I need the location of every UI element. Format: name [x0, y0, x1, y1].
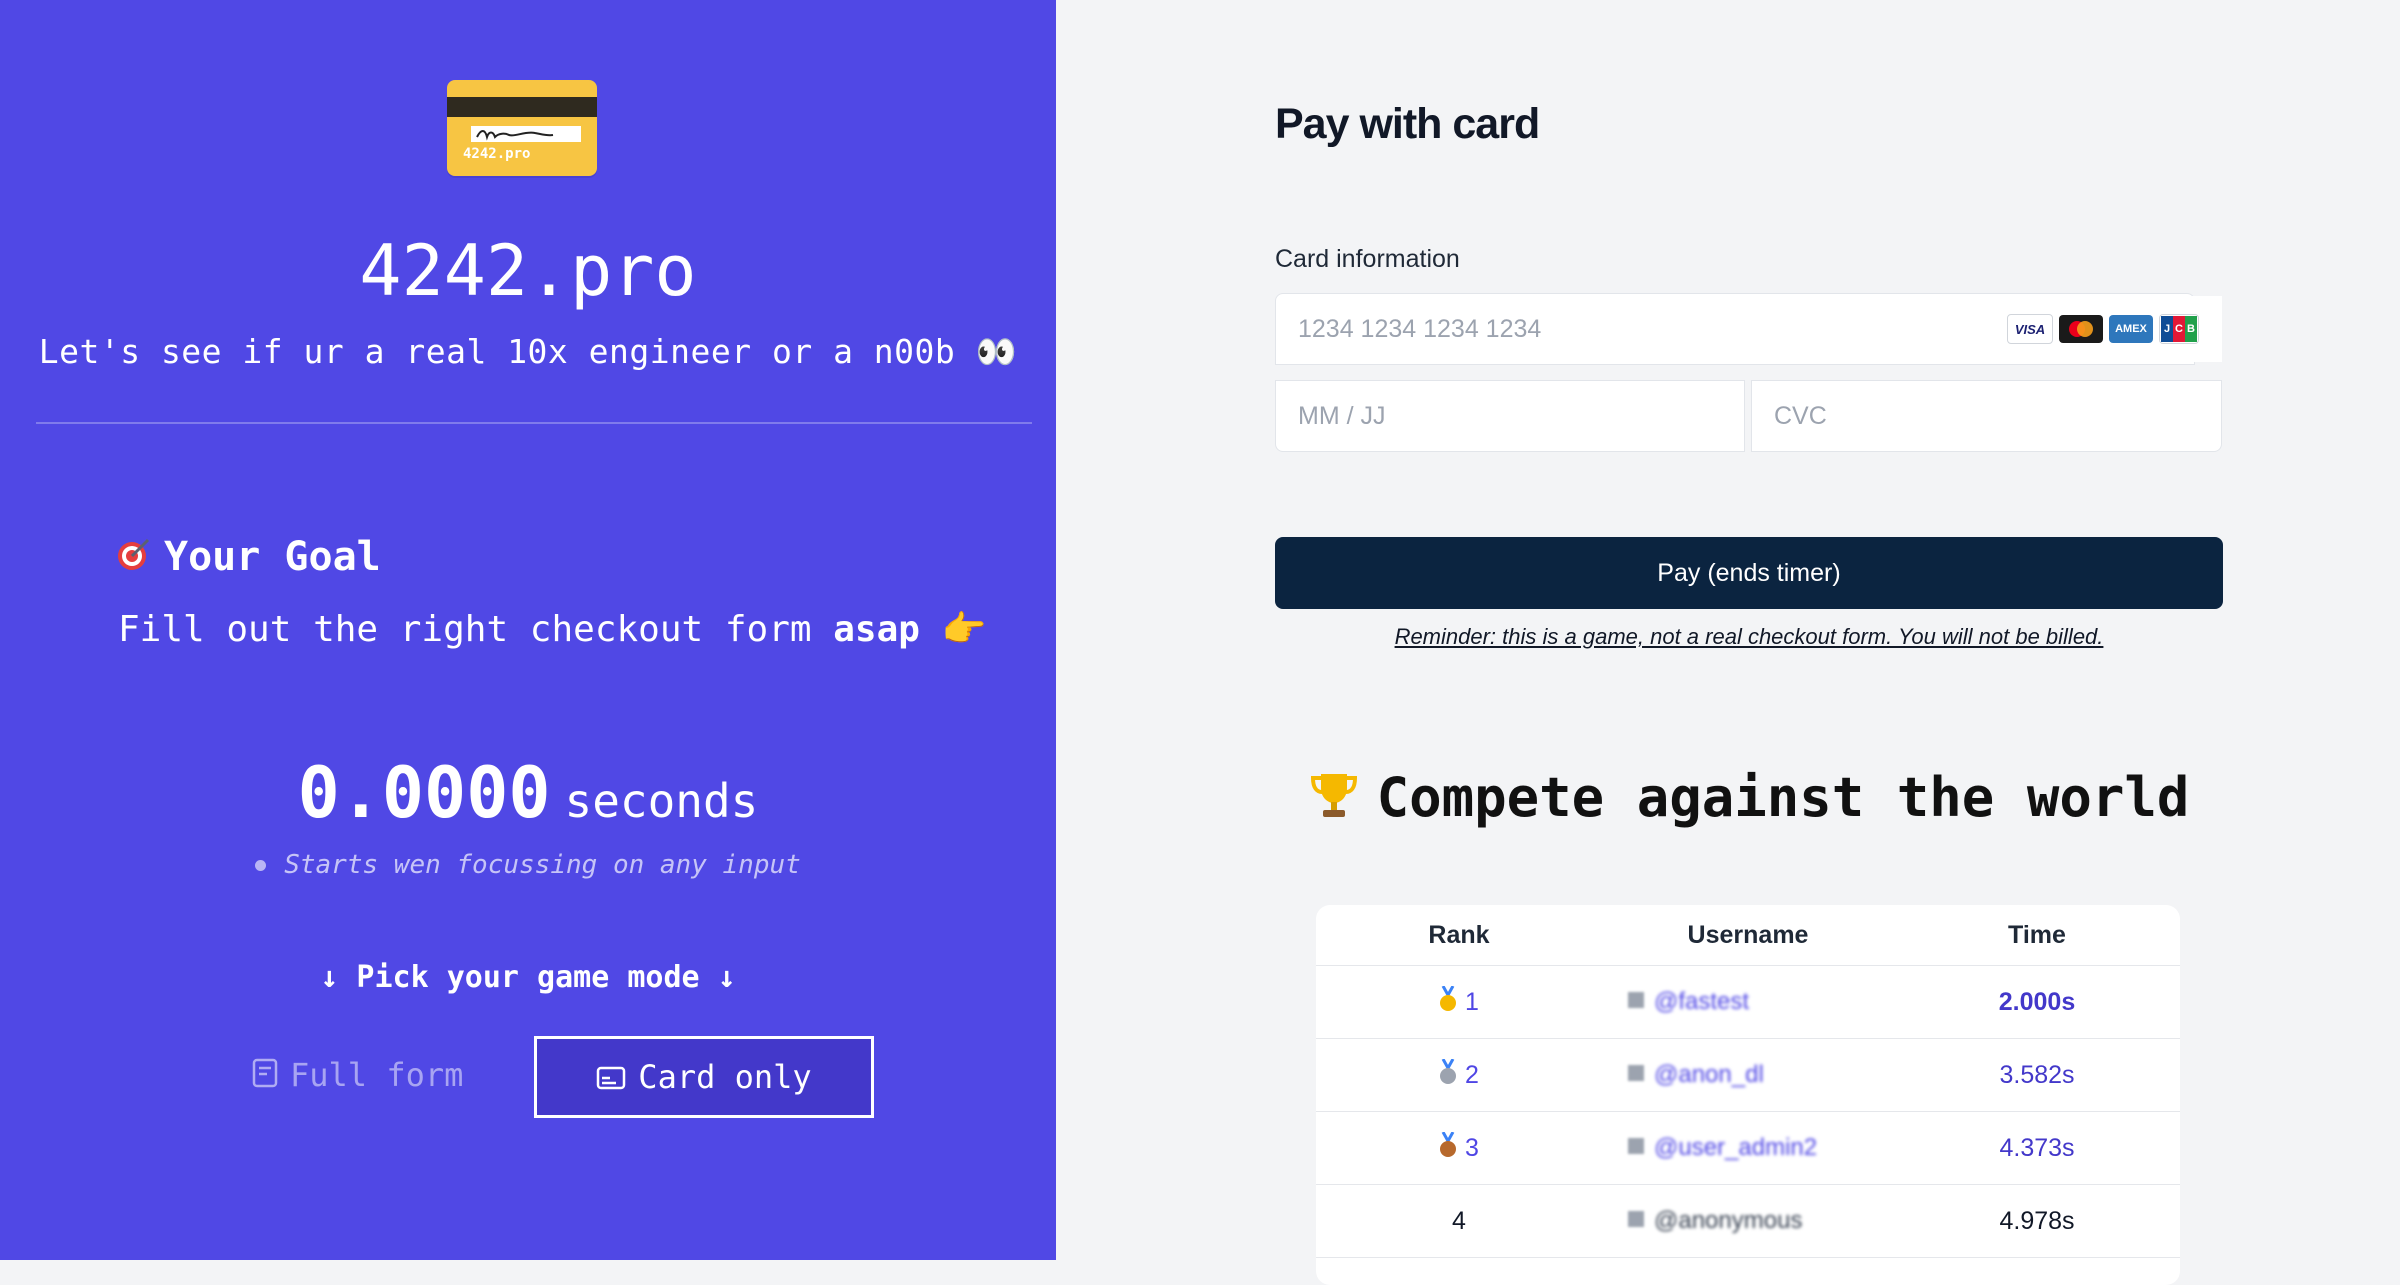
- mode-full-form-button[interactable]: Full form: [252, 1036, 463, 1114]
- gold-medal-icon: [1439, 984, 1457, 1019]
- expiry-input[interactable]: MM / JJ: [1275, 380, 1745, 452]
- user-icon: [1626, 988, 1646, 1017]
- card-magstripe: [447, 97, 597, 117]
- credit-card-icon: [596, 1041, 626, 1117]
- table-row: 3 @user_admin2 4.373s: [1316, 1112, 2180, 1185]
- mode-full-form-label: Full form: [290, 1056, 464, 1094]
- rank-cell: 4: [1316, 1185, 1602, 1257]
- goal-heading: Your Goal: [116, 532, 381, 584]
- time-value: 3.582s: [1999, 1060, 2075, 1089]
- tagline: Let's see if ur a real 10x engineer or a…: [38, 332, 1018, 371]
- header-rank: Rank: [1428, 920, 1490, 949]
- time-value: 4.373s: [1999, 1133, 2075, 1162]
- game-mode-label: ↓ Pick your game mode ↓: [320, 960, 736, 995]
- time-value: 2.000s: [1998, 987, 2076, 1016]
- pointing-hand-icon: 👉: [941, 609, 987, 650]
- cvc-input[interactable]: CVC: [1751, 380, 2222, 452]
- card-info-label: Card information: [1275, 245, 1460, 273]
- card-brand-icons: VISA AMEX JCB: [2005, 296, 2222, 362]
- username-value: @fastest: [1654, 988, 1750, 1015]
- username-value: @user_admin2: [1654, 1134, 1818, 1161]
- user-icon: [1626, 1207, 1646, 1236]
- jcb-icon: JCB: [2159, 314, 2199, 344]
- leaderboard-table: Rank Username Time 1 @fastest 2.000s 2 @…: [1316, 905, 2180, 1285]
- cvc-placeholder: CVC: [1774, 401, 1827, 430]
- divider: [36, 422, 1032, 424]
- site-brand: 4242.pro: [359, 230, 697, 312]
- leaderboard-heading: Compete against the world: [1275, 766, 2223, 833]
- rank-value: 2: [1465, 1060, 1479, 1089]
- timer-hint-text: Starts wen focussing on any input: [284, 850, 801, 880]
- username-value: @anon_dl: [1654, 1061, 1764, 1088]
- timer: 0.0000 seconds: [0, 752, 1056, 834]
- bronze-medal-icon: [1439, 1130, 1457, 1165]
- user-icon: [1626, 1061, 1646, 1090]
- timer-value: 0.0000: [297, 752, 551, 834]
- page-title: Pay with card: [1275, 100, 1540, 148]
- time-cell: 4.978s: [1894, 1185, 2180, 1257]
- rank-cell: 2: [1316, 1039, 1602, 1111]
- header-time: Time: [2008, 920, 2066, 949]
- game-reminder: Reminder: this is a game, not a real che…: [1394, 624, 2104, 649]
- table-header: Rank Username Time: [1316, 905, 2180, 966]
- username-cell[interactable]: @anon_dl: [1612, 1039, 1884, 1111]
- goal-text-asap: asap: [833, 609, 920, 650]
- status-dot-icon: [255, 860, 267, 871]
- username-cell[interactable]: @anonymous: [1612, 1185, 1884, 1257]
- rank-cell: 1: [1316, 966, 1602, 1038]
- leaderboard-title: Compete against the world: [1376, 766, 2190, 829]
- goal-description: Fill out the right checkout form asap 👉: [118, 607, 986, 653]
- time-cell: 2.000s: [1894, 966, 2180, 1038]
- username-cell[interactable]: @fastest: [1612, 966, 1884, 1038]
- rank-value: 3: [1465, 1133, 1479, 1162]
- rank-value: 4: [1452, 1206, 1466, 1235]
- amex-icon: AMEX: [2109, 315, 2153, 343]
- username-value: @anonymous: [1654, 1207, 1803, 1234]
- goal-title-text: Your Goal: [164, 534, 381, 580]
- table-row: 1 @fastest 2.000s: [1316, 966, 2180, 1039]
- user-icon: [1626, 1134, 1646, 1163]
- table-row: 2 @anon_dl 3.582s: [1316, 1039, 2180, 1112]
- form-icon: [252, 1038, 278, 1116]
- expiry-placeholder: MM / JJ: [1298, 401, 1386, 430]
- silver-medal-icon: [1439, 1057, 1457, 1092]
- target-icon: [116, 534, 152, 584]
- rank-cell: 3: [1316, 1112, 1602, 1184]
- intro-panel: 4242.pro 4242.pro Let's see if ur a real…: [0, 0, 1056, 1260]
- table-row: 4 @anonymous 4.978s: [1316, 1185, 2180, 1258]
- time-cell: 4.373s: [1894, 1112, 2180, 1184]
- username-cell[interactable]: @user_admin2: [1612, 1112, 1884, 1184]
- timer-hint: Starts wen focussing on any input: [0, 850, 1056, 880]
- rank-value: 1: [1465, 987, 1479, 1016]
- trophy-icon: [1309, 770, 1359, 833]
- time-cell: 3.582s: [1894, 1039, 2180, 1111]
- mode-card-only-button[interactable]: Card only: [534, 1036, 874, 1118]
- card-logo-text: 4242.pro: [463, 146, 531, 162]
- mode-card-only-label: Card only: [638, 1058, 812, 1096]
- mastercard-icon: [2059, 315, 2103, 343]
- credit-card-logo: 4242.pro: [447, 80, 597, 176]
- pay-button[interactable]: Pay (ends timer): [1275, 537, 2223, 609]
- time-value: 4.978s: [1999, 1206, 2075, 1235]
- card-number-placeholder: 1234 1234 1234 1234: [1298, 314, 1542, 343]
- visa-icon: VISA: [2007, 314, 2053, 344]
- card-signature-strip: [471, 126, 581, 142]
- header-username: Username: [1687, 920, 1809, 949]
- goal-text-prefix: Fill out the right checkout form: [118, 609, 834, 650]
- timer-unit: seconds: [564, 774, 759, 828]
